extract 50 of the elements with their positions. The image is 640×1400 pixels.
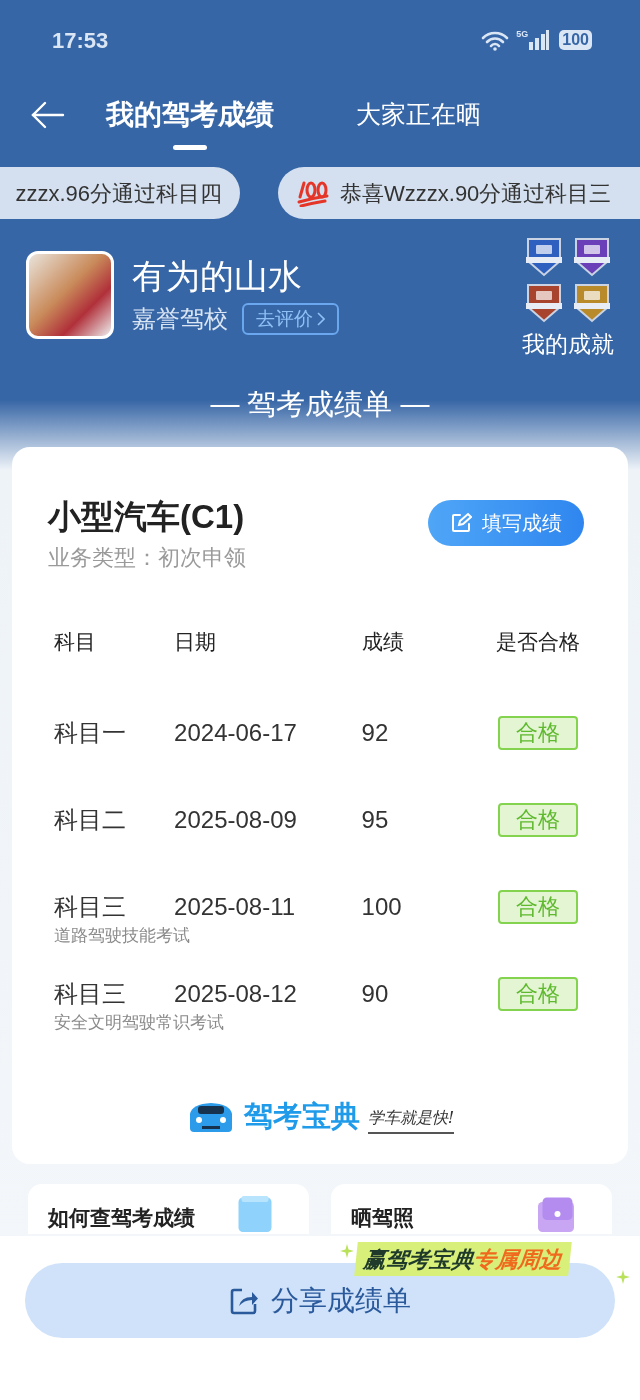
- signal-icon: [529, 30, 550, 50]
- exam-note: 安全文明驾驶常识考试: [54, 1012, 224, 1034]
- user-name: 有为的山水: [132, 256, 303, 297]
- table-cell-text: 科目三: [54, 892, 127, 922]
- table-cell-text: 2025-08-12: [174, 979, 298, 1009]
- table-cell-text: 90: [361, 979, 390, 1009]
- review-link[interactable]: 去评价: [242, 303, 339, 335]
- table-cell-text: 2025-08-09: [174, 805, 298, 835]
- pass-tag: 合格: [498, 977, 579, 1011]
- promo-banner[interactable]: 赢驾考宝典专属周边: [354, 1242, 572, 1276]
- pass-tag: 合格: [498, 803, 579, 837]
- table-cell-text: 2025-08-11: [174, 892, 297, 922]
- column-header: 成绩: [361, 628, 405, 655]
- edit-icon: [450, 511, 472, 534]
- license-class-title: 小型汽车(C1): [48, 496, 246, 537]
- tab[interactable]: 我的驾考成绩: [106, 80, 274, 150]
- info-tile[interactable]: 如何查驾考成绩: [28, 1183, 309, 1234]
- hundred-points-icon: [296, 179, 330, 207]
- table-cell-text: 科目一: [54, 718, 127, 748]
- column-header: 科目: [54, 628, 97, 655]
- wifi-icon: [480, 29, 511, 51]
- table-cell-text: 2024-06-17: [174, 718, 298, 748]
- brand-name: 驾考宝典: [243, 1098, 360, 1134]
- pass-tag: 合格: [498, 890, 579, 924]
- ticker-text: 恭喜Wzzzx.90分通过科目三: [340, 179, 612, 208]
- achievements-button[interactable]: 我的成就: [522, 233, 614, 362]
- column-header: 是否合格: [495, 628, 582, 655]
- status-time: 17:53: [52, 26, 109, 55]
- business-type: 业务类型：初次申领: [48, 543, 246, 572]
- column-header: 日期: [174, 628, 218, 655]
- table-cell-text: 科目二: [54, 805, 127, 835]
- tab[interactable]: 大家正在晒: [356, 80, 481, 150]
- table-cell-text: 科目三: [54, 979, 127, 1009]
- section-title: — 驾考成绩单 —: [209, 386, 431, 422]
- back-arrow-icon: [30, 100, 66, 130]
- driving-school-name: 嘉誉驾校: [132, 304, 228, 334]
- sparkle-icon: [616, 1270, 630, 1284]
- pass-tag: 合格: [498, 716, 579, 750]
- table-cell-text: 95: [361, 805, 390, 835]
- sparkle-icon: [340, 1244, 354, 1258]
- table-cell-text: 92: [361, 718, 390, 748]
- table-cell-text: 100: [361, 892, 403, 922]
- battery-indicator: 100: [559, 30, 592, 50]
- ticker-text: zzzx.96分通过科目四: [15, 179, 222, 208]
- network-label: 5G: [516, 30, 529, 39]
- info-tile[interactable]: 晒驾照: [331, 1183, 612, 1234]
- chevron-right-icon: [317, 312, 325, 326]
- brand-slogan: 学车就是快!: [367, 1105, 455, 1134]
- fill-score-button[interactable]: 填写成绩: [428, 499, 584, 546]
- exam-note: 道路驾驶技能考试: [54, 925, 190, 947]
